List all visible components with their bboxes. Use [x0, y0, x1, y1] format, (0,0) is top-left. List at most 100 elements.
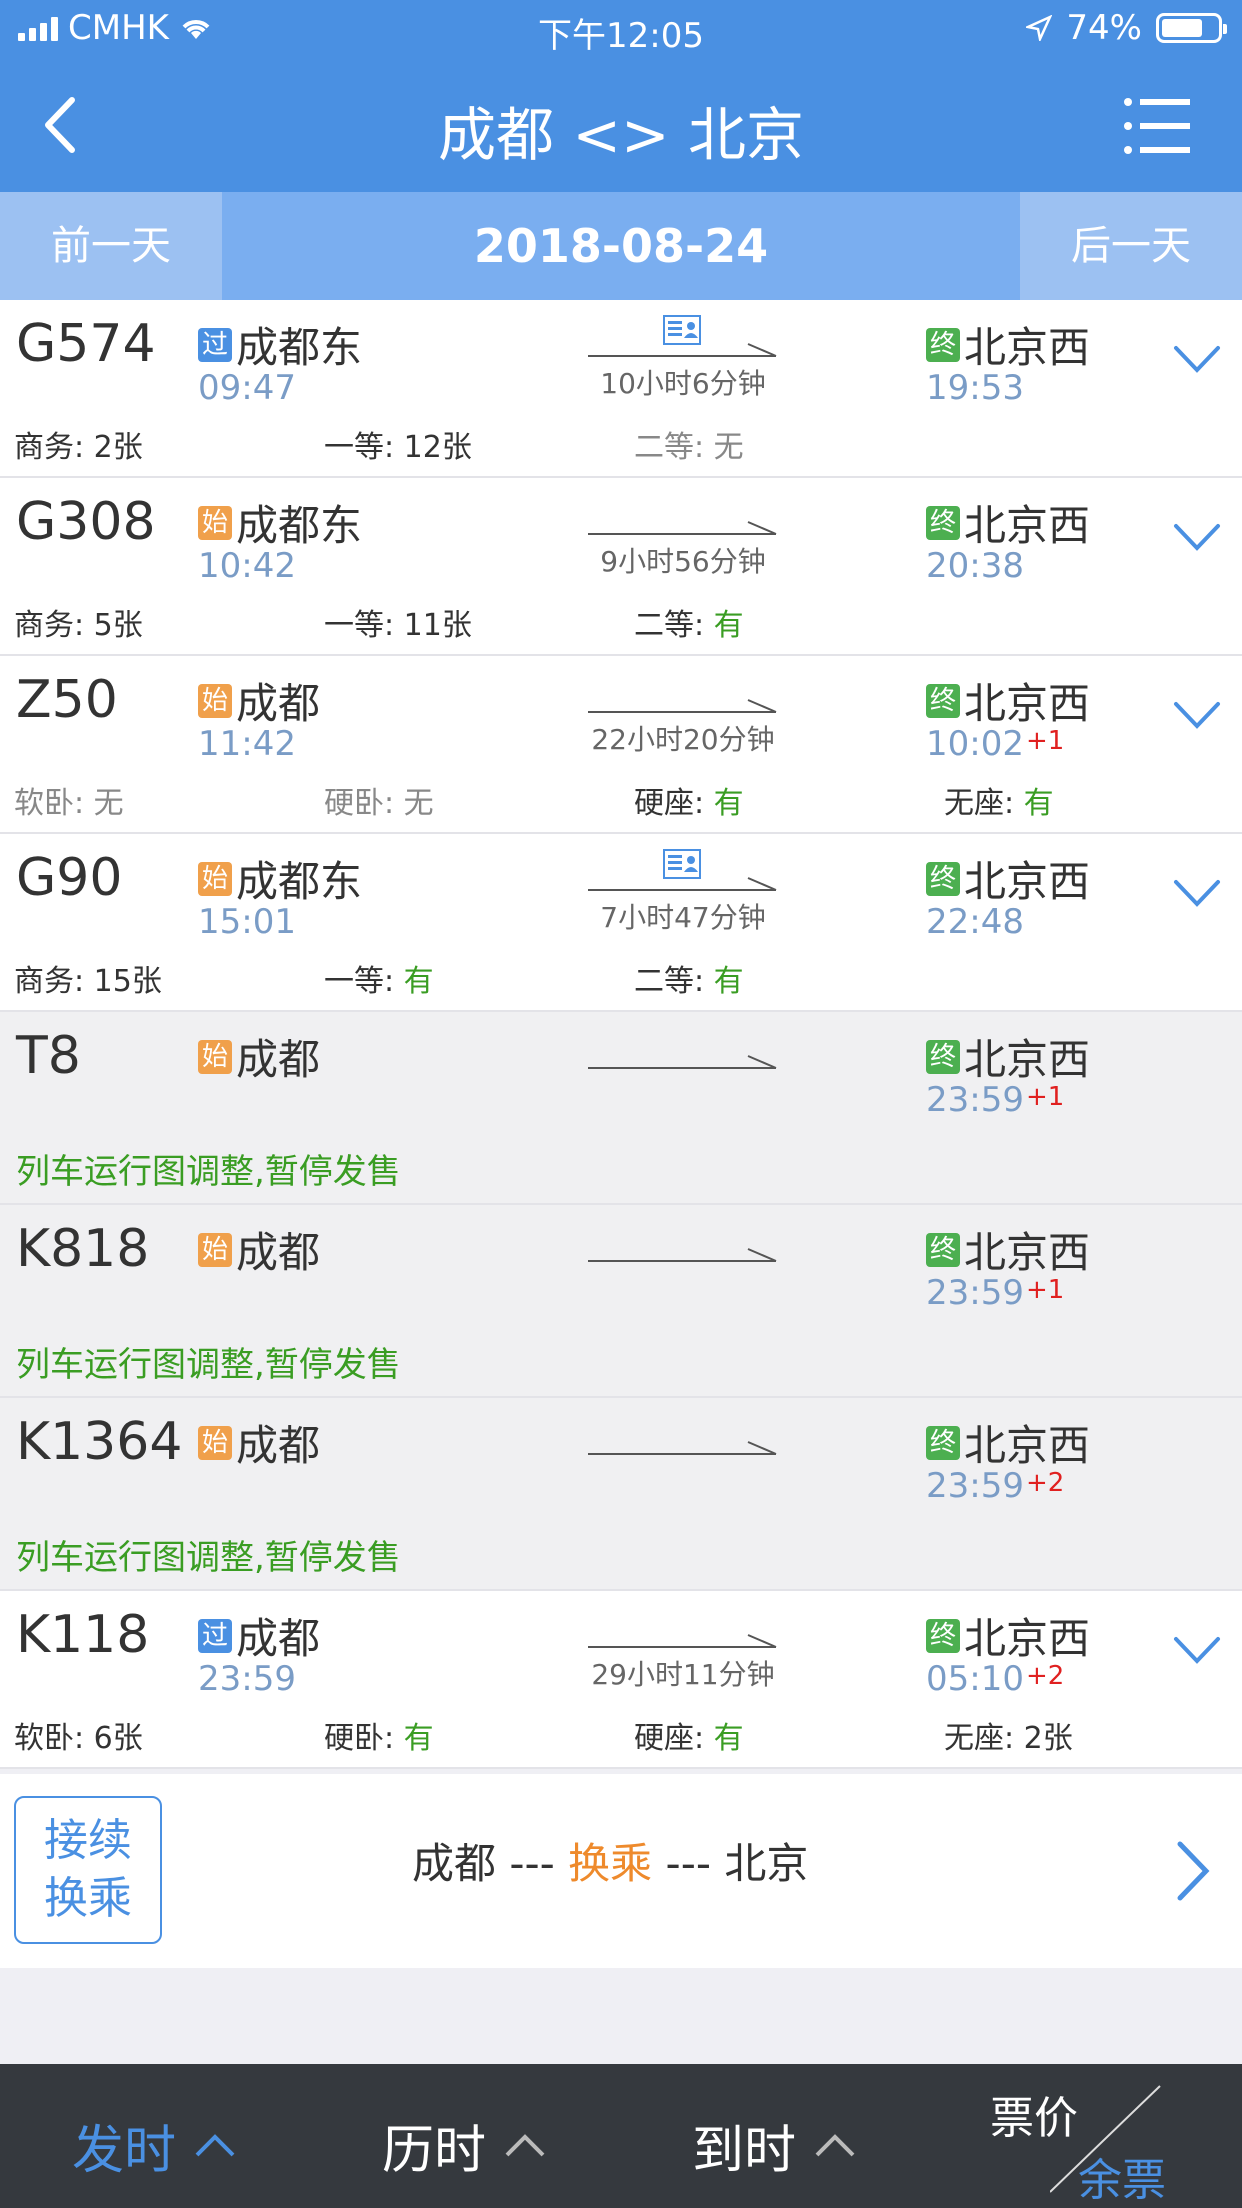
arrival-station-name: 北京西	[964, 1614, 1091, 1663]
day-offset: +1	[1025, 1275, 1065, 1305]
train-row[interactable]: T8 始成都 终北京西 23:59+1 列车运行图调整,暂停发售	[0, 1012, 1242, 1205]
seat-count: 12张	[403, 430, 472, 465]
arrival-time-value: 23:59	[926, 1080, 1024, 1120]
sort-duration-tab[interactable]: 历时	[382, 2108, 546, 2183]
chevron-down-icon[interactable]	[1172, 1633, 1222, 1667]
station-badge: 终	[926, 1618, 960, 1653]
seat-class: 商务:	[14, 608, 94, 643]
departure-station-name: 成都	[236, 1614, 321, 1663]
seat-availability: 二等: 有	[634, 600, 744, 644]
seat-count: 有	[403, 964, 434, 999]
chevron-down-icon[interactable]	[1172, 520, 1222, 554]
caret-up-icon	[815, 2133, 855, 2156]
sort-arrival-tab[interactable]: 到时	[692, 2108, 856, 2183]
route-arrow-icon	[588, 1248, 777, 1262]
departure-station-name: 成都	[236, 1035, 321, 1084]
transfer-button[interactable]: 接续 换乘	[14, 1796, 162, 1944]
seat-class: 二等:	[634, 608, 714, 643]
suspend-notice: 列车运行图调整,暂停发售	[16, 1345, 401, 1385]
battery-percent: 74%	[1066, 8, 1142, 48]
train-row[interactable]: K1364 始成都终北京西 23:59+2 列车运行图调整,暂停发售	[0, 1398, 1242, 1591]
train-number: K818	[16, 1219, 150, 1279]
tab-label-departure: 发时	[72, 2121, 177, 2181]
seat-class: 硬卧:	[324, 786, 404, 821]
list-menu-icon[interactable]	[1122, 94, 1192, 158]
seat-availability: 软卧: 无	[14, 778, 124, 822]
price-label: 票价	[990, 2093, 1078, 2144]
arrival-time: 05:10+2	[926, 1659, 1064, 1699]
arrival-time: 10:02+1	[926, 724, 1064, 764]
train-row[interactable]: G90 始成都东 15:01 7小时47分钟 终北京西 22:48 商务: 15张 一等: 有…	[0, 834, 1242, 1012]
caret-up-icon	[195, 2133, 235, 2156]
seat-class: 无座:	[944, 1721, 1024, 1756]
seat-count: 5张	[93, 608, 143, 643]
train-row[interactable]: Z50 始成都 11:42 22小时20分钟终北京西 10:02+1 软卧: 无硬卧: 无…	[0, 656, 1242, 834]
train-row[interactable]: K118 过成都 23:59 29小时11分钟 终北京西 05:10+2 软卧: 6张 硬卧:…	[0, 1591, 1242, 1769]
seat-class: 硬座:	[634, 786, 714, 821]
train-number: K1364	[16, 1412, 183, 1472]
transfer-box-line1: 接续	[44, 1815, 132, 1866]
arrival-station-name: 北京西	[964, 1035, 1091, 1084]
departure-station: 始成都	[198, 670, 320, 731]
price-remaining-toggle[interactable]: 票价 余票	[990, 2082, 1190, 2206]
current-date[interactable]: 2018-08-24	[222, 192, 1020, 300]
day-offset: +1	[1025, 726, 1065, 756]
arrival-time-value: 20:38	[926, 546, 1024, 586]
route-arrow-icon	[588, 699, 777, 713]
date-bar: 前一天 2018-08-24 后一天	[0, 192, 1242, 300]
suspend-notice: 列车运行图调整,暂停发售	[16, 1152, 401, 1192]
status-bar: CMHK 下午12:05 74%	[0, 0, 1242, 60]
seat-count: 有	[713, 1721, 744, 1756]
departure-station: 始成都	[198, 1412, 320, 1473]
travel-duration: 7小时47分钟	[600, 901, 766, 934]
chevron-down-icon[interactable]	[1172, 342, 1222, 376]
arrival-time-value: 22:48	[926, 902, 1024, 942]
tab-label-arrival: 到时	[692, 2121, 797, 2181]
arrival-station: 终北京西	[926, 1605, 1090, 1666]
seat-availability: 硬卧: 有	[324, 1713, 434, 1757]
arrival-station-name: 北京西	[964, 1421, 1091, 1470]
station-badge: 过	[198, 1618, 232, 1653]
next-day-button[interactable]: 后一天	[1020, 192, 1242, 300]
battery-icon	[1156, 13, 1227, 43]
seat-count: 无	[93, 786, 124, 821]
caret-up-icon	[505, 2133, 545, 2156]
day-offset: +1	[1025, 1082, 1065, 1112]
arrival-time: 19:53	[926, 368, 1024, 408]
page-title: 成都 <> 北京	[437, 101, 805, 169]
arrival-station-name: 北京西	[964, 501, 1091, 550]
station-badge: 终	[926, 861, 960, 896]
chevron-down-icon[interactable]	[1172, 698, 1222, 732]
seat-availability: 硬卧: 无	[324, 778, 434, 822]
seat-availability: 无座: 有	[944, 778, 1054, 822]
seat-count: 无	[403, 786, 434, 821]
train-row[interactable]: G574 过成都东 09:47 10小时6分钟 终北京西 19:53 商务: 2张 一等: 1…	[0, 300, 1242, 478]
departure-station-name: 成都	[236, 1421, 321, 1470]
departure-station: 始成都东	[198, 492, 362, 553]
route-arrow-icon	[588, 521, 777, 535]
station-badge: 终	[926, 505, 960, 540]
departure-time: 23:59	[198, 1659, 296, 1699]
chevron-down-icon[interactable]	[1172, 876, 1222, 910]
arrival-time-value: 19:53	[926, 368, 1024, 408]
arrival-station-name: 北京西	[964, 1228, 1091, 1277]
seat-availability: 商务: 5张	[14, 600, 143, 644]
departure-station: 过成都	[198, 1605, 320, 1666]
train-list: G574 过成都东 09:47 10小时6分钟终北京西 19:53 商务: 2张 一等: 1…	[0, 300, 1242, 1769]
train-number: K118	[16, 1605, 150, 1665]
train-row[interactable]: G308 始成都东 10:42 9小时56分钟 终北京西 20:38 商务: 5张 一等: 1…	[0, 478, 1242, 656]
arrival-time-value: 05:10	[926, 1659, 1024, 1699]
departure-station: 始成都东	[198, 848, 362, 909]
remaining-label: 余票	[1078, 2155, 1166, 2206]
departure-station-name: 成都东	[236, 501, 363, 550]
location-arrow-icon	[1026, 15, 1053, 41]
route-arrow-icon	[588, 1441, 777, 1455]
sort-departure-tab[interactable]: 发时	[72, 2108, 236, 2183]
route-arrow-icon	[588, 1634, 777, 1648]
transfer-row[interactable]: 接续 换乘 成都 --- 换乘 --- 北京	[0, 1774, 1242, 1968]
train-row[interactable]: K818 始成都 终北京西 23:59+1 列车运行图调整,暂停发售	[0, 1205, 1242, 1398]
prev-day-button[interactable]: 前一天	[0, 192, 222, 300]
arrival-time-value: 23:59	[926, 1273, 1024, 1313]
route-arrow-icon	[588, 1055, 777, 1069]
chevron-right-icon[interactable]	[1172, 1838, 1212, 1904]
